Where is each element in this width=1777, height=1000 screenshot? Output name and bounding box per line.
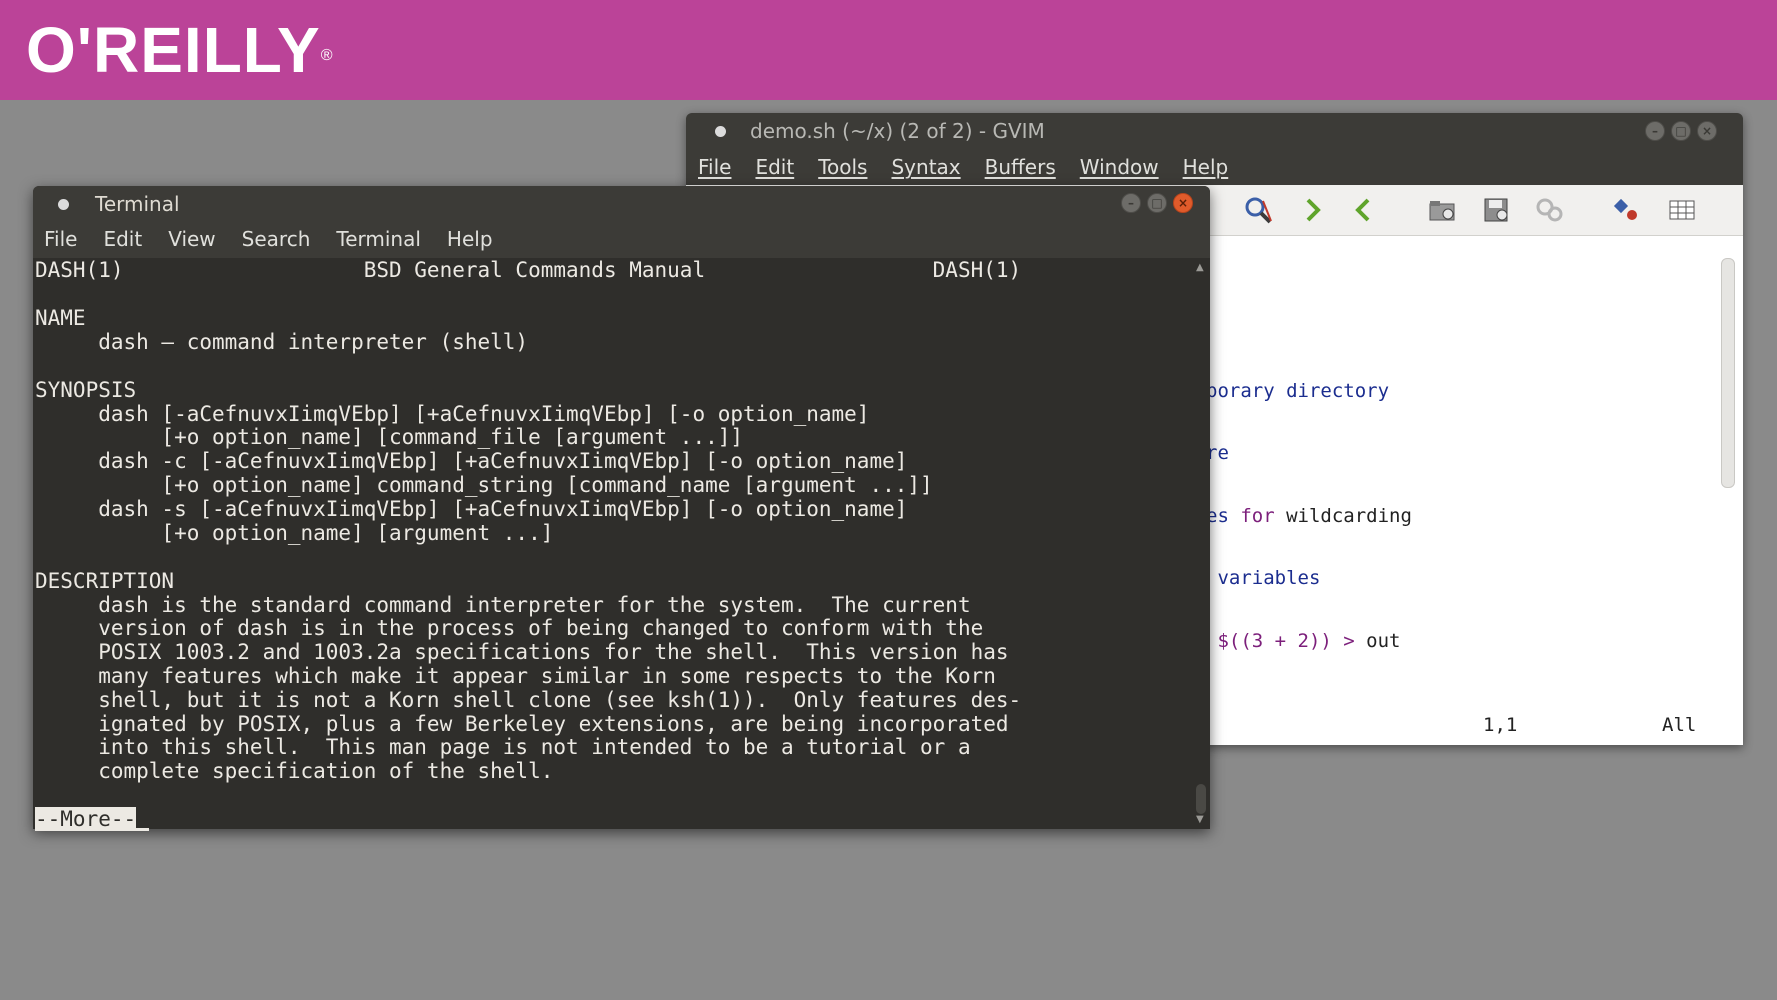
close-icon[interactable]: × xyxy=(1697,121,1717,141)
output-line: dash [-aCefnuvxIimqVEbp] [+aCefnuvxIimqV… xyxy=(35,402,870,426)
gvim-menu-file[interactable]: File xyxy=(698,155,731,179)
minimize-icon[interactable]: – xyxy=(1645,121,1665,141)
forward-arrow-icon[interactable] xyxy=(1298,195,1328,225)
output-line: DASH(1) BSD General Commands Manual DASH… xyxy=(35,258,1022,282)
output-line: dash -c [-aCefnuvxIimqVEbp] [+aCefnuvxIi… xyxy=(35,449,908,473)
output-line: dash -s [-aCefnuvxIimqVEbp] [+aCefnuvxIi… xyxy=(35,497,908,521)
output-line: [+o option_name] [command_file [argument… xyxy=(35,425,744,449)
output-line: [+o option_name] [argument ...] xyxy=(35,521,554,545)
terminal-menu-help[interactable]: Help xyxy=(447,227,493,251)
output-line: dash — command interpreter (shell) xyxy=(35,330,529,354)
run-script-icon[interactable] xyxy=(1535,195,1565,225)
terminal-window-controls: – □ × xyxy=(1121,193,1193,213)
code-line: es for wildcarding xyxy=(1206,505,1412,527)
gvim-titlebar[interactable]: demo.sh (~/x) (2 of 2) - GVIM – □ × xyxy=(686,113,1743,149)
minimize-icon[interactable]: – xyxy=(1121,193,1141,213)
terminal-menu-terminal[interactable]: Terminal xyxy=(336,227,421,251)
oreilly-banner: O'REILLY® xyxy=(0,0,1777,100)
output-line: into this shell. This man page is not in… xyxy=(35,735,971,759)
output-line: ignated by POSIX, plus a few Berkeley ex… xyxy=(35,712,1009,736)
oreilly-logo: O'REILLY® xyxy=(26,14,334,86)
gvim-menu-window[interactable]: Window xyxy=(1080,155,1159,179)
scroll-position: All xyxy=(1662,714,1697,736)
cursor-position: 1,1 xyxy=(1483,714,1518,736)
back-arrow-icon[interactable] xyxy=(1348,195,1378,225)
load-session-icon[interactable] xyxy=(1428,195,1458,225)
find-replace-icon[interactable] xyxy=(1243,195,1273,225)
code-line: porary directory xyxy=(1206,380,1390,402)
gvim-menu-edit[interactable]: Edit xyxy=(755,155,794,179)
text-cursor xyxy=(136,828,150,831)
terminal-titlebar[interactable]: Terminal – □ × xyxy=(33,186,1210,222)
gvim-title: demo.sh (~/x) (2 of 2) - GVIM xyxy=(750,119,1045,143)
terminal-window: Terminal – □ × File Edit View Search Ter… xyxy=(33,186,1210,831)
gvim-scrollbar[interactable] xyxy=(1717,246,1735,716)
terminal-scroll-thumb[interactable] xyxy=(1196,784,1206,814)
maximize-icon[interactable]: □ xyxy=(1147,193,1167,213)
output-line: NAME xyxy=(35,306,86,330)
close-icon[interactable]: × xyxy=(1173,193,1193,213)
scroll-down-icon[interactable]: ▼ xyxy=(1196,814,1204,825)
output-line: complete specification of the shell. xyxy=(35,759,554,783)
code-line: variables xyxy=(1206,567,1321,589)
more-prompt: --More-- xyxy=(35,807,137,831)
output-line: shell, but it is not a Korn shell clone … xyxy=(35,688,1022,712)
terminal-scrollbar[interactable]: ▲ ▼ xyxy=(1193,258,1210,829)
scroll-up-icon[interactable]: ▲ xyxy=(1196,262,1204,273)
maximize-icon[interactable]: □ xyxy=(1671,121,1691,141)
gvim-menu-tools[interactable]: Tools xyxy=(818,155,867,179)
output-line: POSIX 1003.2 and 1003.2a specifications … xyxy=(35,640,1009,664)
terminal-menu-search[interactable]: Search xyxy=(242,227,311,251)
save-session-icon[interactable] xyxy=(1482,195,1512,225)
gvim-window-controls: – □ × xyxy=(1645,121,1717,141)
output-line: dash is the standard command interpreter… xyxy=(35,593,971,617)
table-icon[interactable] xyxy=(1667,195,1697,225)
terminal-menu-view[interactable]: View xyxy=(168,227,215,251)
gvim-menu-syntax[interactable]: Syntax xyxy=(891,155,960,179)
window-dot-icon xyxy=(715,126,726,137)
output-line: DESCRIPTION xyxy=(35,569,175,593)
gvim-menubar: File Edit Tools Syntax Buffers Window He… xyxy=(698,155,1252,179)
window-dot-icon xyxy=(58,199,69,210)
pager-prompt: --More-- xyxy=(35,807,150,831)
terminal-output[interactable]: DASH(1) BSD General Commands Manual DASH… xyxy=(33,258,1193,831)
terminal-menu-edit[interactable]: Edit xyxy=(103,227,142,251)
terminal-menu-file[interactable]: File xyxy=(44,227,77,251)
terminal-title: Terminal xyxy=(95,192,180,216)
make-icon[interactable] xyxy=(1611,195,1641,225)
code-line: $((3 + 2)) > out xyxy=(1206,630,1401,652)
gvim-menu-buffers[interactable]: Buffers xyxy=(985,155,1056,179)
output-line: SYNOPSIS xyxy=(35,378,137,402)
gvim-menu-help[interactable]: Help xyxy=(1183,155,1229,179)
output-line: many features which make it appear simil… xyxy=(35,664,996,688)
terminal-menubar: File Edit View Search Terminal Help xyxy=(33,222,1210,258)
output-line: version of dash is in the process of bei… xyxy=(35,616,984,640)
output-line: [+o option_name] command_string [command… xyxy=(35,473,933,497)
gvim-scroll-thumb[interactable] xyxy=(1721,258,1735,488)
